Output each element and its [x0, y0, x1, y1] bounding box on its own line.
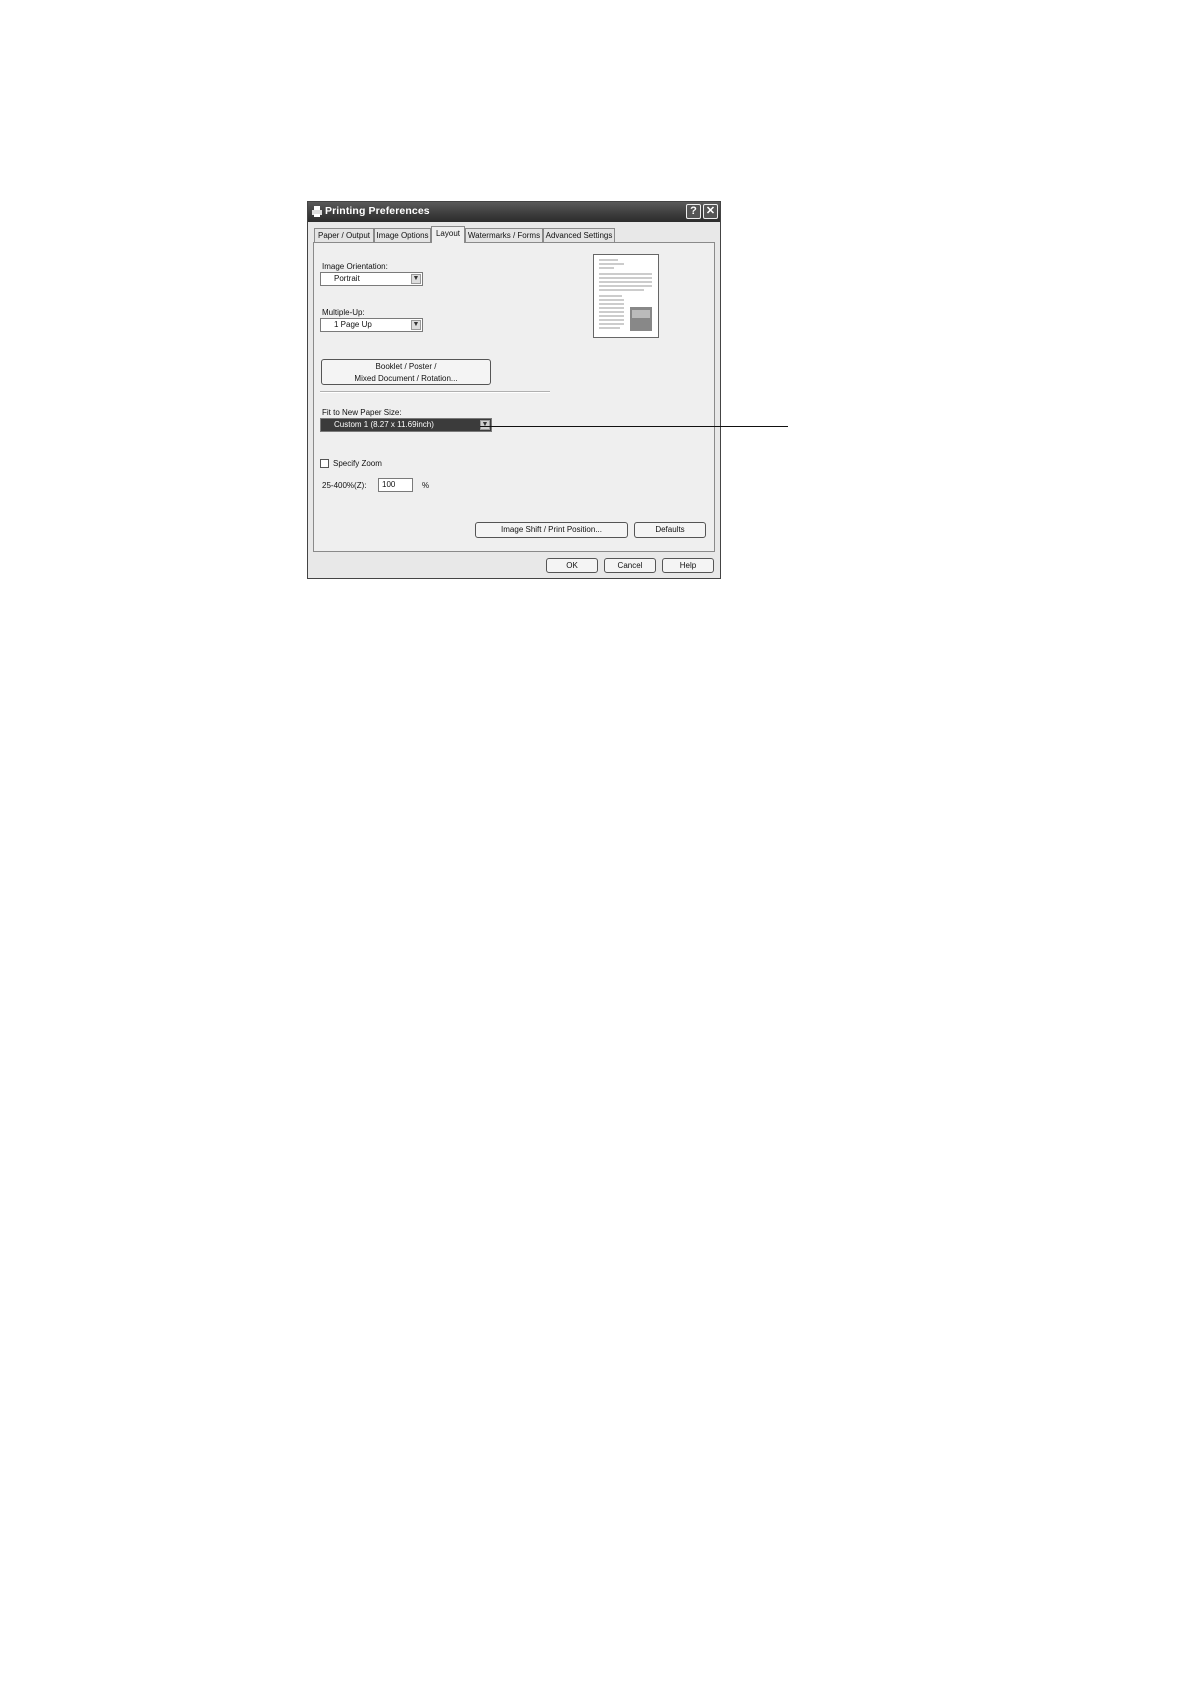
- multiple-up-label: Multiple-Up:: [322, 308, 365, 317]
- chevron-down-icon: ▼: [480, 420, 490, 430]
- image-orientation-value: Portrait: [334, 274, 360, 283]
- specify-zoom-checkbox[interactable]: [320, 459, 329, 468]
- fit-to-paper-size-label: Fit to New Paper Size:: [322, 408, 402, 417]
- image-orientation-label: Image Orientation:: [322, 262, 388, 271]
- fit-to-paper-size-value: Custom 1 (8.27 x 11.69inch): [334, 420, 434, 429]
- booklet-button-line2: Mixed Document / Rotation...: [354, 374, 458, 383]
- zoom-unit-label: %: [422, 481, 430, 490]
- chevron-down-icon: ▼: [411, 274, 421, 284]
- ok-button[interactable]: OK: [546, 558, 598, 573]
- booklet-poster-button[interactable]: Booklet / Poster / Mixed Document / Rota…: [321, 359, 491, 385]
- close-button[interactable]: ✕: [703, 204, 718, 219]
- page-preview-image: [593, 254, 659, 338]
- page-preview-thumbnail: [599, 259, 652, 331]
- tab-watermarks-forms[interactable]: Watermarks / Forms: [465, 228, 543, 242]
- callout-line: [480, 426, 788, 427]
- cancel-button[interactable]: Cancel: [604, 558, 656, 573]
- help-title-button[interactable]: ?: [686, 204, 701, 219]
- tab-layout[interactable]: Layout: [431, 226, 465, 243]
- chevron-down-icon: ▼: [411, 320, 421, 330]
- fit-to-paper-size-select[interactable]: Custom 1 (8.27 x 11.69inch) ▼: [320, 418, 492, 432]
- printer-icon: [312, 206, 322, 217]
- tab-advanced-settings[interactable]: Advanced Settings: [543, 228, 615, 242]
- section-divider: [320, 391, 550, 393]
- image-shift-print-position-button[interactable]: Image Shift / Print Position...: [475, 522, 628, 538]
- dialog-title: Printing Preferences: [325, 205, 430, 217]
- multiple-up-value: 1 Page Up: [334, 320, 372, 329]
- tab-paper-output[interactable]: Paper / Output: [314, 228, 374, 242]
- layout-tab-panel: Image Orientation: Portrait ▼ Multiple-U…: [313, 242, 715, 552]
- printing-preferences-dialog: Printing Preferences ? ✕ Paper / Output …: [307, 201, 721, 579]
- multiple-up-select[interactable]: 1 Page Up ▼: [320, 318, 423, 332]
- defaults-button[interactable]: Defaults: [634, 522, 706, 538]
- zoom-range-label: 25-400%(Z):: [322, 481, 367, 490]
- specify-zoom-label: Specify Zoom: [333, 459, 382, 468]
- title-bar: Printing Preferences ? ✕: [308, 202, 720, 222]
- booklet-button-line1: Booklet / Poster /: [375, 362, 437, 371]
- tab-image-options[interactable]: Image Options: [374, 228, 431, 242]
- help-button[interactable]: Help: [662, 558, 714, 573]
- image-orientation-select[interactable]: Portrait ▼: [320, 272, 423, 286]
- zoom-percent-input[interactable]: 100: [378, 478, 413, 492]
